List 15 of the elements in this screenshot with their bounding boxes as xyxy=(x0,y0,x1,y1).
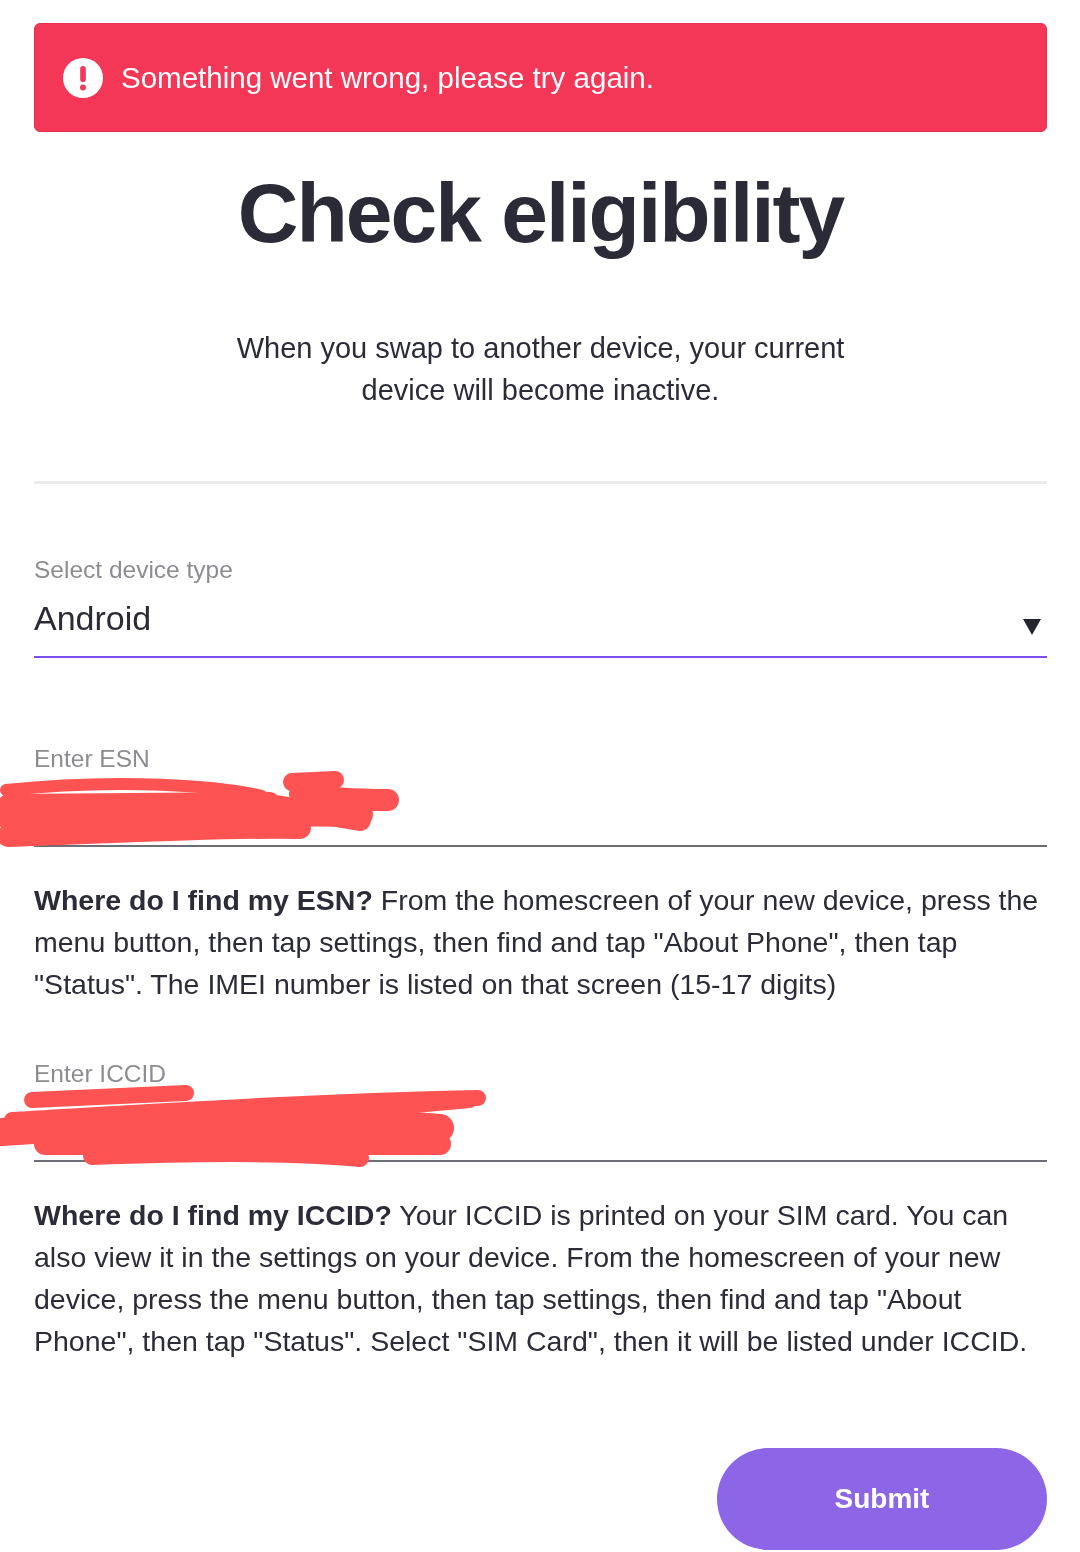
field-label: Select device type xyxy=(34,555,234,584)
page-title: Check eligibility xyxy=(236,165,846,262)
field-label: Enter ESN xyxy=(34,744,151,773)
subtitle-text: When you swap to another device, your current device will become inactive. xyxy=(235,331,846,408)
submit-button[interactable]: Submit xyxy=(717,1448,1047,1550)
exclamation-icon xyxy=(63,57,103,98)
help-text: Where do I find my ESN? From the homescreen of your new device, press the menu button, then tap settings, then find and tap "About Phone", then tap "Status". The IMEI number is listed on that screen (15-17 digits) xyxy=(34,883,1040,1002)
input-field[interactable]: Enter ESN xyxy=(34,744,1047,847)
input-field[interactable]: Enter ICCID xyxy=(34,1059,1047,1162)
help-text: Where do I find my ICCID? Your ICCID is printed on your SIM card. You can also view it in the settings on your device. From the homescreen of your new device, press the menu button, then tap settings, then find and tap "About Phone", then tap "Status". Select "SIM Card", then it will be listed under ICCID. xyxy=(34,1198,1029,1359)
select-value: Android xyxy=(34,598,152,638)
device-type-select[interactable]: Select device type Android xyxy=(34,555,1047,658)
alert-message: Something went wrong, please try again. xyxy=(121,60,654,95)
caret-icon xyxy=(1023,619,1041,635)
field-label: Enter ICCID xyxy=(34,1059,168,1088)
